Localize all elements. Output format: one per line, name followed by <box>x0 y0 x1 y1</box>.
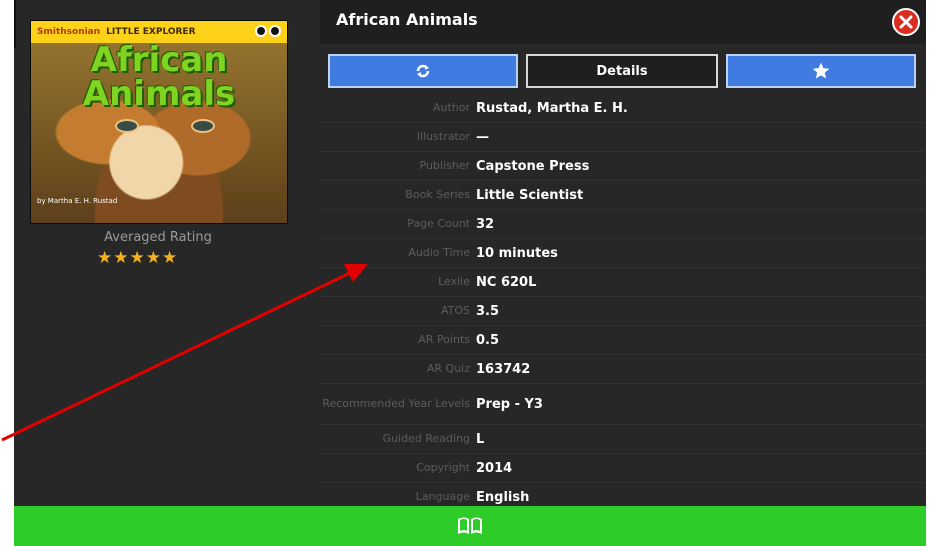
star-icon <box>812 62 830 79</box>
modal-title: African Animals <box>336 10 478 29</box>
cover-brand: Smithsonian <box>37 27 101 37</box>
read-book-button[interactable] <box>14 506 926 546</box>
detail-label: Illustrator <box>416 130 470 143</box>
detail-row: Publisher Capstone Press <box>320 152 926 181</box>
favorite-button[interactable] <box>726 54 916 88</box>
detail-label: Author <box>432 101 470 114</box>
rating-star-icon: ★ <box>113 248 129 268</box>
detail-value: Capstone Press <box>476 158 590 174</box>
rating-stars: ★ ★ ★ ★ ★ <box>97 250 177 267</box>
detail-row: Lexile NC 620L <box>320 268 926 297</box>
detail-label: Recommended Year Levels <box>322 397 470 410</box>
book-cover-image: Smithsonian LITTLE EXPLORER African Anim… <box>30 20 288 224</box>
detail-value: L <box>476 431 485 447</box>
cover-author: by Martha E. H. Rustad <box>37 197 118 205</box>
cover-title: African Animals <box>82 40 236 114</box>
detail-row: ATOS 3.5 <box>320 297 926 326</box>
open-book-icon <box>458 517 482 534</box>
detail-value: Prep - Y3 <box>476 396 543 412</box>
detail-value: Little Scientist <box>476 187 584 203</box>
rating-star-icon: ★ <box>145 248 161 268</box>
detail-row: AR Quiz 163742 <box>320 355 926 384</box>
detail-row: Audio Time 10 minutes <box>320 239 926 268</box>
detail-label: Audio Time <box>408 246 470 259</box>
detail-value: 2014 <box>476 460 513 476</box>
rating-star-icon: ★ <box>162 248 178 268</box>
detail-row: Copyright 2014 <box>320 454 926 483</box>
rating-star-icon: ★ <box>97 248 113 268</box>
detail-label: Copyright <box>416 461 470 474</box>
detail-value: 32 <box>476 216 495 232</box>
detail-value: — <box>476 129 489 145</box>
detail-label: ATOS <box>440 304 470 317</box>
book-details-modal: Smithsonian LITTLE EXPLORER African Anim… <box>14 0 926 546</box>
detail-row: Page Count 32 <box>320 210 926 239</box>
detail-label: Page Count <box>407 217 470 230</box>
detail-value: 0.5 <box>476 332 500 348</box>
detail-label: Guided Reading <box>382 432 470 445</box>
detail-label: AR Quiz <box>426 362 470 375</box>
detail-value: Rustad, Martha E. H. <box>476 100 628 116</box>
averaged-rating-label: Averaged Rating <box>104 230 212 245</box>
refresh-icon <box>416 64 430 78</box>
binoculars-icon <box>255 25 281 39</box>
detail-label: AR Points <box>418 333 470 346</box>
close-icon[interactable] <box>892 8 920 36</box>
detail-value: English <box>476 489 530 505</box>
rating-star-icon: ★ <box>129 248 145 268</box>
modal-header: African Animals <box>320 0 926 44</box>
leopard-eye-right <box>191 119 215 133</box>
refresh-button[interactable] <box>328 54 518 88</box>
detail-row: Guided Reading L <box>320 425 926 454</box>
detail-value: 3.5 <box>476 303 500 319</box>
book-details-table: Author Rustad, Martha E. H. Illustrator — Pu… <box>320 94 926 512</box>
detail-label: Publisher <box>419 159 471 172</box>
detail-row: Illustrator — <box>320 123 926 152</box>
page-margin <box>0 0 14 546</box>
detail-row: Book Series Little Scientist <box>320 181 926 210</box>
screenshot-border-mark <box>14 0 16 48</box>
detail-label: Lexile <box>438 275 470 288</box>
detail-label: Language <box>415 490 470 503</box>
cover-series-brand: LITTLE EXPLORER <box>106 27 196 37</box>
details-button[interactable]: Details <box>526 54 718 88</box>
leopard-eye-left <box>115 119 139 133</box>
detail-label: Book Series <box>405 188 470 201</box>
detail-value: NC 620L <box>476 274 537 290</box>
detail-row: Author Rustad, Martha E. H. <box>320 94 926 123</box>
detail-value: 163742 <box>476 361 531 377</box>
detail-value: 10 minutes <box>476 245 558 261</box>
detail-row: AR Points 0.5 <box>320 326 926 355</box>
detail-row: Recommended Year Levels Prep - Y3 <box>320 384 926 425</box>
